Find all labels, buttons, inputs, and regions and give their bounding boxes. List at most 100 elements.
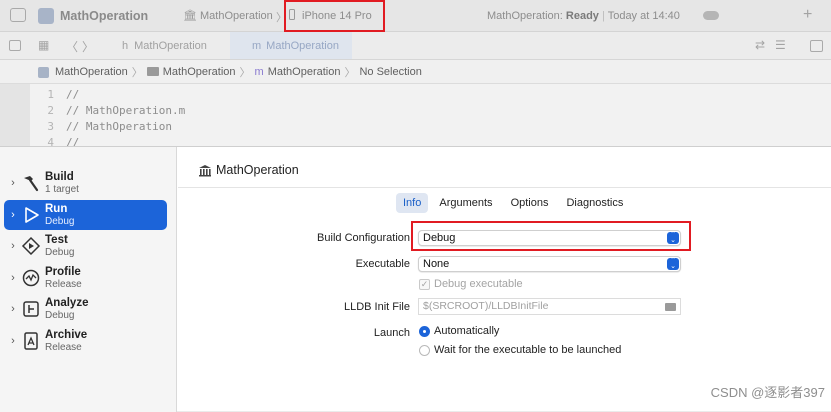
editor-tab-implementation[interactable]: m MathOperation xyxy=(230,32,352,59)
title-bar: MathOperation 🏛 MathOperation 〉 iPhone 1… xyxy=(0,0,831,32)
left-gutter xyxy=(0,84,30,146)
tab-info[interactable]: Info xyxy=(396,193,429,213)
popup-stepper-icon: ⌃ ⌄ xyxy=(667,257,679,270)
hammer-icon xyxy=(24,176,39,192)
editor-tab-header[interactable]: h MathOperation xyxy=(108,32,230,59)
code-line: 2 // MathOperation.m xyxy=(30,104,185,120)
scheme-settings-panel: MathOperation Info Arguments Options Dia… xyxy=(178,147,831,412)
code-text: // MathOperation.m xyxy=(66,104,186,117)
swap-icon[interactable]: ⇄ xyxy=(755,38,765,52)
lldb-init-placeholder: $(SRCROOT)/LLDBInitFile xyxy=(423,300,549,312)
tab-arguments[interactable]: Arguments xyxy=(432,193,499,213)
disclosure-chevron-icon[interactable]: › xyxy=(6,209,20,221)
action-test[interactable]: › Test Debug xyxy=(4,231,167,261)
target-title: MathOperation xyxy=(198,163,299,177)
action-profile[interactable]: › Profile Release xyxy=(4,263,167,293)
highlight-device xyxy=(284,0,385,32)
jump-selection[interactable]: No Selection xyxy=(359,66,421,78)
scheme-name[interactable]: MathOperation xyxy=(200,10,273,22)
code-line: 1 // xyxy=(30,88,185,104)
action-name: Test xyxy=(45,233,68,246)
sidebar-toggle-icon[interactable] xyxy=(10,8,26,22)
disclosure-chevron-icon[interactable]: › xyxy=(6,303,20,315)
folder-icon[interactable] xyxy=(665,303,676,311)
chevron-right-icon: 〉 xyxy=(344,66,356,79)
launch-wait-radio[interactable]: Wait for the executable to be launched xyxy=(419,344,621,356)
action-archive[interactable]: › Archive Release xyxy=(4,326,167,356)
lldb-init-label: LLDB Init File xyxy=(343,301,410,313)
play-icon xyxy=(25,207,39,223)
action-subtitle: 1 target xyxy=(45,183,79,195)
activity-status: MathOperation: Ready | Today at 14:40 xyxy=(487,10,680,22)
editor-tab-label: MathOperation xyxy=(266,39,339,52)
gauge-icon xyxy=(22,269,40,287)
action-name: Profile xyxy=(45,265,81,278)
status-divider: | xyxy=(601,10,605,22)
action-subtitle: Release xyxy=(45,341,82,353)
disclosure-chevron-icon[interactable]: › xyxy=(6,272,20,284)
executable-label: Executable xyxy=(355,258,410,270)
launch-automatically-radio[interactable]: Automatically xyxy=(419,325,499,337)
settings-tabs: Info Arguments Options Diagnostics xyxy=(396,193,630,213)
list-icon[interactable] xyxy=(9,40,21,51)
code-line: 3 // MathOperation xyxy=(30,120,185,136)
line-number: 2 xyxy=(47,104,54,117)
tab-options[interactable]: Options xyxy=(504,193,556,213)
executable-popup[interactable]: None ⌃ ⌄ xyxy=(418,256,681,272)
editor-options-icon[interactable]: ☰ xyxy=(775,38,786,52)
action-subtitle: Debug xyxy=(45,246,75,258)
jump-file[interactable]: MathOperation xyxy=(268,66,341,78)
code-editor[interactable]: 1 // 2 // MathOperation.m 3 // MathOperatio… xyxy=(30,84,831,149)
xcode-window: MathOperation 🏛 MathOperation 〉 iPhone 1… xyxy=(0,0,831,149)
jump-group[interactable]: MathOperation xyxy=(163,66,236,78)
radio-selected-icon xyxy=(419,325,430,337)
app-name: MathOperation xyxy=(60,9,149,23)
action-name: Analyze xyxy=(45,296,89,309)
code-text: // MathOperation xyxy=(66,120,172,133)
tab-diagnostics[interactable]: Diagnostics xyxy=(559,193,630,213)
radio-unselected-icon xyxy=(419,344,430,356)
line-number: 3 xyxy=(47,120,54,133)
m-file-icon: m xyxy=(254,65,264,78)
grid-icon[interactable]: ▦ xyxy=(38,38,49,52)
jump-project[interactable]: MathOperation xyxy=(55,66,128,78)
cloud-icon xyxy=(703,11,719,20)
debug-executable-checkbox[interactable]: ✓ Debug executable xyxy=(419,278,523,290)
editor-toolbar: ▦ 〈 〉 h MathOperation m MathOperation ⇄ … xyxy=(0,32,831,60)
chevron-right-icon: 〉 xyxy=(239,66,251,79)
add-icon[interactable]: + xyxy=(803,6,812,24)
launch-wait-label: Wait for the executable to be launched xyxy=(434,344,622,356)
editor-tab-label: MathOperation xyxy=(134,39,207,52)
chevron-right-icon: 〉 xyxy=(131,66,143,79)
scheme-icon: 🏛 xyxy=(183,10,197,22)
analyze-icon xyxy=(23,301,39,317)
split-editor-icon[interactable] xyxy=(810,40,823,52)
disclosure-chevron-icon[interactable]: › xyxy=(6,177,20,189)
highlight-build-config xyxy=(411,221,691,251)
checkmark-icon: ✓ xyxy=(419,278,430,290)
action-name: Build xyxy=(45,170,74,183)
disclosure-chevron-icon[interactable]: › xyxy=(6,335,20,347)
lldb-init-field[interactable]: $(SRCROOT)/LLDBInitFile xyxy=(418,298,681,315)
line-number: 1 xyxy=(47,88,54,101)
header-file-icon: h xyxy=(122,39,129,52)
back-icon[interactable]: 〈 xyxy=(66,38,78,55)
build-config-label: Build Configuration xyxy=(317,232,410,244)
debug-executable-label: Debug executable xyxy=(434,278,523,290)
project-icon xyxy=(38,67,49,78)
disclosure-chevron-icon[interactable]: › xyxy=(6,240,20,252)
launch-label: Launch xyxy=(373,327,410,339)
app-icon xyxy=(38,8,54,24)
title-divider xyxy=(178,187,831,188)
forward-icon[interactable]: 〉 xyxy=(82,38,94,55)
archive-icon xyxy=(24,332,38,350)
action-build[interactable]: › Build 1 target xyxy=(4,168,167,198)
implementation-file-icon: m xyxy=(252,39,262,52)
watermark: CSDN @逐影者397 xyxy=(710,385,825,400)
test-diamond-icon xyxy=(21,236,41,256)
folder-icon xyxy=(146,67,159,76)
action-run[interactable]: › Run Debug xyxy=(4,200,167,230)
target-building-icon xyxy=(199,164,211,176)
code-text: // xyxy=(66,88,80,101)
action-analyze[interactable]: › Analyze Debug xyxy=(4,294,167,324)
